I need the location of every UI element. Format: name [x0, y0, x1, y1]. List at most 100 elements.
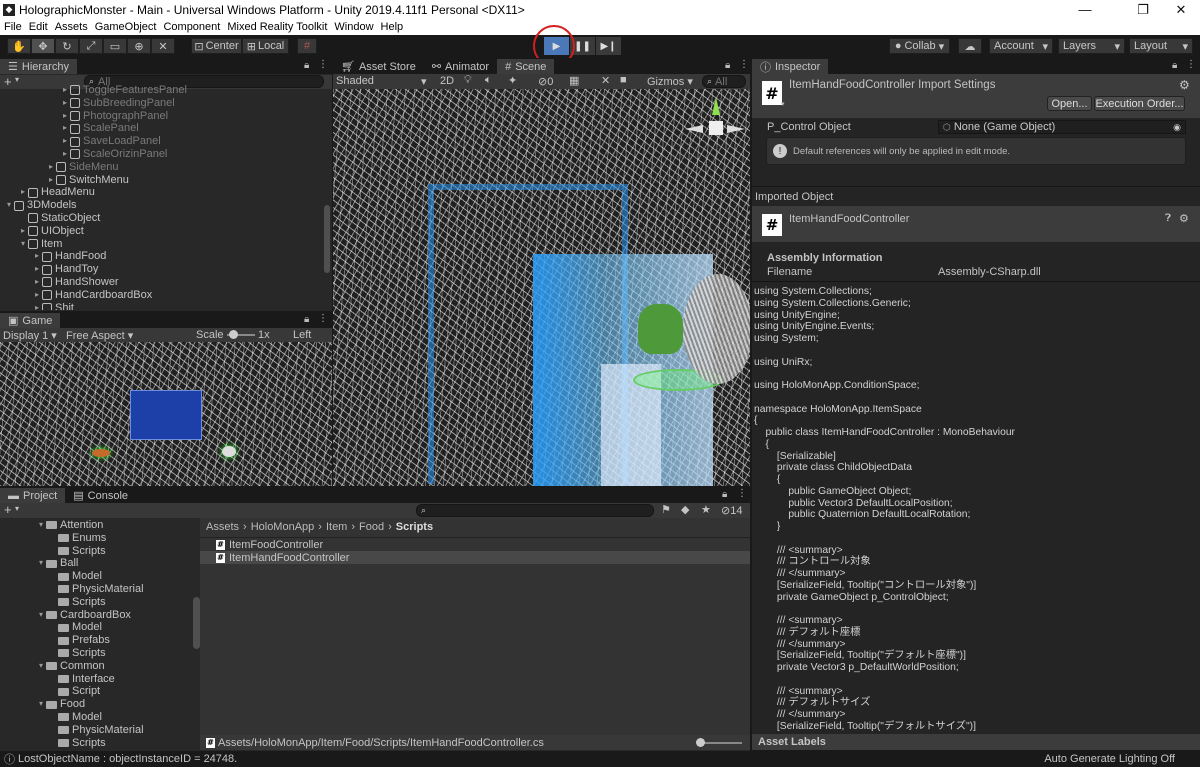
project-folder-item[interactable]: Scripts: [0, 545, 192, 558]
hierarchy-item[interactable]: ▸ SubBreedingPanel: [0, 97, 320, 110]
file-item-selected[interactable]: # ItemHandFoodController: [200, 551, 750, 564]
hierarchy-item[interactable]: ▸ SideMenu: [0, 161, 320, 174]
tab-console[interactable]: ▤ Console: [65, 488, 136, 503]
lighting-status[interactable]: Auto Generate Lighting Off: [1044, 753, 1175, 765]
expand-arrow-icon[interactable]: ▸: [60, 122, 70, 135]
project-folder-item[interactable]: Prefabs: [0, 634, 192, 647]
menu-component[interactable]: Component: [159, 21, 223, 33]
tab-animator[interactable]: ⚯ Animator: [424, 59, 497, 74]
project-folder-item[interactable]: ▾ CardboardBox: [0, 609, 192, 622]
breadcrumb-item[interactable]: Food: [359, 521, 384, 533]
project-folder-item[interactable]: Scripts: [0, 596, 192, 609]
lock-icon[interactable]: 🔒︎: [722, 489, 727, 500]
mode-2d-toggle[interactable]: 2D: [440, 75, 454, 87]
favorite-star-icon[interactable]: ★: [701, 503, 711, 516]
expand-arrow-icon[interactable]: ▸: [32, 250, 42, 263]
breadcrumb-item[interactable]: Assets: [206, 521, 239, 533]
asset-labels-bar[interactable]: Asset Labels: [752, 734, 1200, 750]
expand-arrow-icon[interactable]: ▾: [4, 199, 14, 212]
tab-hierarchy[interactable]: ☰ Hierarchy: [0, 59, 77, 74]
gizmo-y-icon[interactable]: [712, 97, 720, 115]
gizmo-z-icon[interactable]: [727, 125, 745, 133]
camera-icon[interactable]: ■: [620, 74, 627, 86]
expand-arrow-icon[interactable]: ▾: [36, 519, 46, 532]
project-folder-item[interactable]: ▾ Food: [0, 698, 192, 711]
tools-icon[interactable]: ✕: [601, 74, 610, 87]
menu-dots-icon[interactable]: ⋮: [737, 488, 747, 499]
project-folder-item[interactable]: ▾ Ball: [0, 557, 192, 570]
audio-icon[interactable]: 🔈︎: [485, 74, 492, 87]
project-folder-item[interactable]: Interface: [0, 673, 192, 686]
project-tree-scrollbar[interactable]: [193, 597, 200, 649]
open-button[interactable]: Open...: [1047, 96, 1092, 111]
add-icon[interactable]: +: [4, 502, 12, 517]
scene-search-input[interactable]: ⌕ All: [702, 75, 746, 88]
hierarchy-item[interactable]: ▸ HandShower: [0, 276, 320, 289]
tab-game[interactable]: ▣ Game: [0, 313, 61, 328]
project-folder-item[interactable]: Model: [0, 711, 192, 724]
expand-arrow-icon[interactable]: ▸: [32, 263, 42, 276]
aspect-dropdown[interactable]: Free Aspect ▾: [66, 329, 133, 342]
transform-tool-icon[interactable]: ⊕: [127, 38, 151, 54]
hierarchy-item[interactable]: ▸ ScaleOrizinPanel: [0, 148, 320, 161]
project-folder-item[interactable]: Scripts: [0, 737, 192, 749]
cloud-icon[interactable]: ☁: [958, 38, 982, 54]
expand-arrow-icon[interactable]: ▾: [36, 660, 46, 673]
breadcrumb-item[interactable]: HoloMonApp: [251, 521, 315, 533]
menu-dots-icon[interactable]: ⋮: [739, 59, 749, 70]
hierarchy-item[interactable]: ▸ PhotographPanel: [0, 110, 320, 123]
project-folder-item[interactable]: PhysicMaterial: [0, 583, 192, 596]
menu-mrtk[interactable]: Mixed Reality Toolkit: [223, 21, 330, 33]
project-folder-item[interactable]: Model: [0, 570, 192, 583]
gizmo-center-icon[interactable]: [709, 121, 723, 135]
menu-gameobject[interactable]: GameObject: [91, 21, 160, 33]
hierarchy-item[interactable]: StaticObject: [0, 212, 320, 225]
hierarchy-item[interactable]: ▸ HandCardboardBox: [0, 289, 320, 302]
object-picker-icon[interactable]: ◉: [1173, 122, 1181, 133]
menu-window[interactable]: Window: [330, 21, 376, 33]
expand-arrow-icon[interactable]: ▸: [18, 225, 28, 238]
expand-arrow-icon[interactable]: ▸: [60, 84, 70, 97]
menu-help[interactable]: Help: [377, 21, 407, 33]
menu-dots-icon[interactable]: ⋮: [1186, 59, 1196, 70]
expand-arrow-icon[interactable]: ▸: [18, 186, 28, 199]
hierarchy-item[interactable]: ▸ HandToy: [0, 263, 320, 276]
hidden-objects-toggle[interactable]: ⊘0: [538, 75, 553, 88]
expand-arrow-icon[interactable]: ▸: [32, 289, 42, 302]
step-button[interactable]: ▶❙: [596, 37, 621, 55]
custom-tool-icon[interactable]: ✕: [151, 38, 175, 54]
minimize-button[interactable]: —: [1062, 0, 1108, 19]
menu-file[interactable]: File: [0, 21, 25, 33]
scene-gizmo[interactable]: [685, 97, 747, 159]
pivot-center-button[interactable]: ⊡ Center: [191, 38, 242, 54]
collab-button[interactable]: ● Collab ▾: [889, 38, 950, 54]
expand-arrow-icon[interactable]: ▾: [36, 557, 46, 570]
status-message[interactable]: LostObjectName : objectInstanceID = 2474…: [18, 753, 237, 765]
execution-order-button[interactable]: Execution Order...: [1094, 96, 1185, 111]
rotate-tool-icon[interactable]: ↻: [55, 38, 79, 54]
hierarchy-item[interactable]: ▾ Item: [0, 238, 320, 251]
project-folder-item[interactable]: Scripts: [0, 647, 192, 660]
hierarchy-scrollbar[interactable]: [324, 205, 330, 273]
expand-arrow-icon[interactable]: ▾: [36, 698, 46, 711]
breadcrumb-item[interactable]: Item: [326, 521, 347, 533]
project-folder-item[interactable]: Model: [0, 621, 192, 634]
filter-type-icon[interactable]: ⚑: [661, 503, 671, 516]
project-folder-item[interactable]: Script: [0, 685, 192, 698]
close-button[interactable]: ✕: [1158, 0, 1200, 19]
tab-scene[interactable]: # Scene: [497, 59, 555, 74]
hierarchy-item[interactable]: ▸ HeadMenu: [0, 186, 320, 199]
help-icon[interactable]: ❓︎: [1165, 213, 1171, 224]
hierarchy-item[interactable]: ▸ HandFood: [0, 250, 320, 263]
project-folder-item[interactable]: ▾ Common: [0, 660, 192, 673]
expand-arrow-icon[interactable]: ▸: [60, 97, 70, 110]
rect-tool-icon[interactable]: ▭: [103, 38, 127, 54]
layout-dropdown[interactable]: Layout ▾: [1129, 38, 1193, 54]
menu-assets[interactable]: Assets: [51, 21, 91, 33]
filter-label-icon[interactable]: ◆: [681, 503, 689, 516]
effects-icon[interactable]: ✦: [508, 74, 517, 87]
lock-icon[interactable]: 🔒︎: [304, 314, 309, 325]
lock-icon[interactable]: 🔒︎: [1172, 60, 1177, 71]
account-dropdown[interactable]: Account ▾: [989, 38, 1053, 54]
settings-gear-icon[interactable]: ⚙: [1179, 212, 1189, 225]
